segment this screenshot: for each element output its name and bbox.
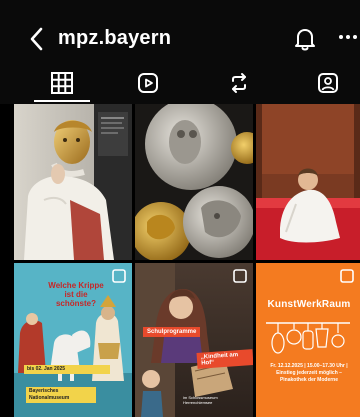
post-title: KunstWerkRaum <box>267 299 351 310</box>
tab-tagged[interactable] <box>311 66 345 100</box>
active-tab-indicator <box>34 100 90 102</box>
profile-username: mpz.bayern <box>58 27 172 49</box>
tagged-icon <box>318 73 338 93</box>
back-button[interactable] <box>26 26 48 52</box>
post-tag-school: Schulprogramme <box>143 327 201 337</box>
post-caption: im Schlossmuseum Herrenchiemsee <box>183 395 218 405</box>
post-image <box>135 263 253 417</box>
more-options-button[interactable] <box>337 30 360 44</box>
bell-icon <box>295 29 315 51</box>
post-tile[interactable]: Welche Krippe ist die schönste? bis 02. … <box>14 263 132 417</box>
post-image <box>135 104 253 260</box>
post-banner-date: bis 02. Jan 2025 <box>24 365 110 374</box>
post-image <box>256 263 360 417</box>
tab-grid[interactable] <box>45 66 79 100</box>
post-tile[interactable] <box>135 104 253 260</box>
tab-reposts[interactable] <box>222 66 256 100</box>
post-banner-museum: Bayerisches Nationalmuseum <box>26 387 96 403</box>
post-tile[interactable] <box>14 104 132 260</box>
profile-header: mpz.bayern <box>0 0 360 58</box>
posts-grid: Welche Krippe ist die schönste? bis 02. … <box>14 104 360 417</box>
profile-tabs <box>0 58 360 104</box>
tab-reels[interactable] <box>131 66 165 100</box>
repost-icon <box>232 73 246 93</box>
post-tile[interactable]: Schulprogramme „Kindheit am Hof“ im Schl… <box>135 263 253 417</box>
carousel-icon <box>112 269 126 283</box>
carousel-icon <box>340 269 354 283</box>
chevron-left-icon <box>30 27 43 51</box>
more-horizontal-icon <box>339 35 357 39</box>
post-image <box>256 104 360 260</box>
notifications-button[interactable] <box>293 26 317 52</box>
post-subtitle: Fr. 12.12.2025 | 15.00–17.30 Uhr | Einst… <box>270 363 348 383</box>
post-tile[interactable]: KunstWerkRaum Fr. 12.12.2025 | 15.00–17.… <box>256 263 360 417</box>
post-title: Welche Krippe ist die schönste? <box>48 281 104 308</box>
grid-icon <box>51 72 73 94</box>
post-tile[interactable] <box>256 104 360 260</box>
reels-icon <box>138 73 158 93</box>
carousel-icon <box>233 269 247 283</box>
post-image <box>14 104 132 260</box>
